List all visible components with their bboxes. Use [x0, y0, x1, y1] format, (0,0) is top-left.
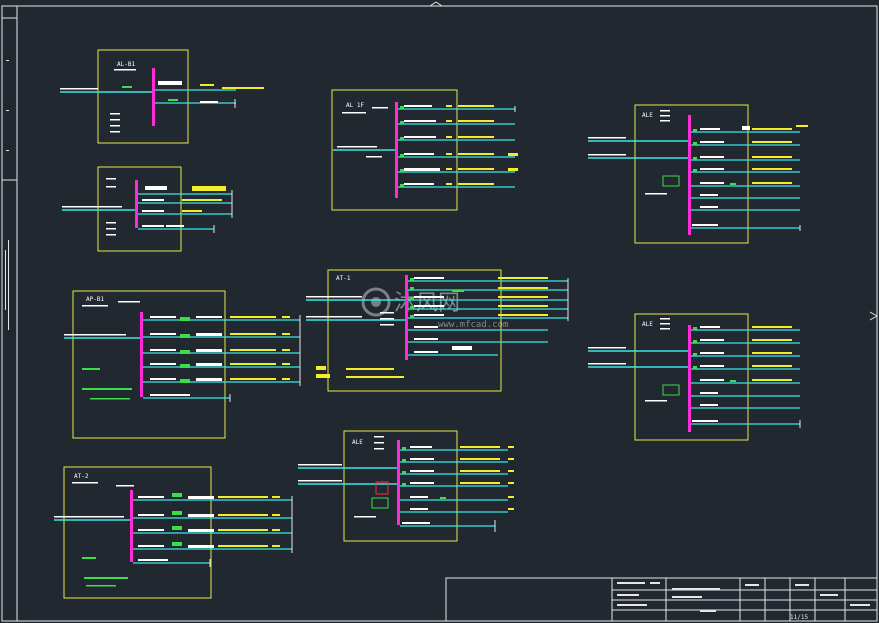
- electrical-schematic-sheet: 11/15 沐风网 www.mfcad.com AL-B1 AL 1F ALE …: [0, 0, 879, 623]
- panel-tag: AL-B1: [117, 61, 135, 68]
- panel-tag: AL 1F: [346, 102, 364, 109]
- sheet-number: 11/15: [790, 614, 808, 621]
- panel-tag: AT-1: [336, 275, 351, 282]
- panel-tag: ALE: [642, 321, 653, 328]
- panel-tag: AT-2: [74, 473, 89, 480]
- watermark-url: www.mfcad.com: [438, 320, 508, 330]
- panel-tag: ALE: [642, 112, 653, 119]
- watermark-brand: 沐风网: [394, 291, 460, 316]
- panel-tag: AP-B1: [86, 296, 104, 303]
- panel-tag: ALE: [352, 439, 363, 446]
